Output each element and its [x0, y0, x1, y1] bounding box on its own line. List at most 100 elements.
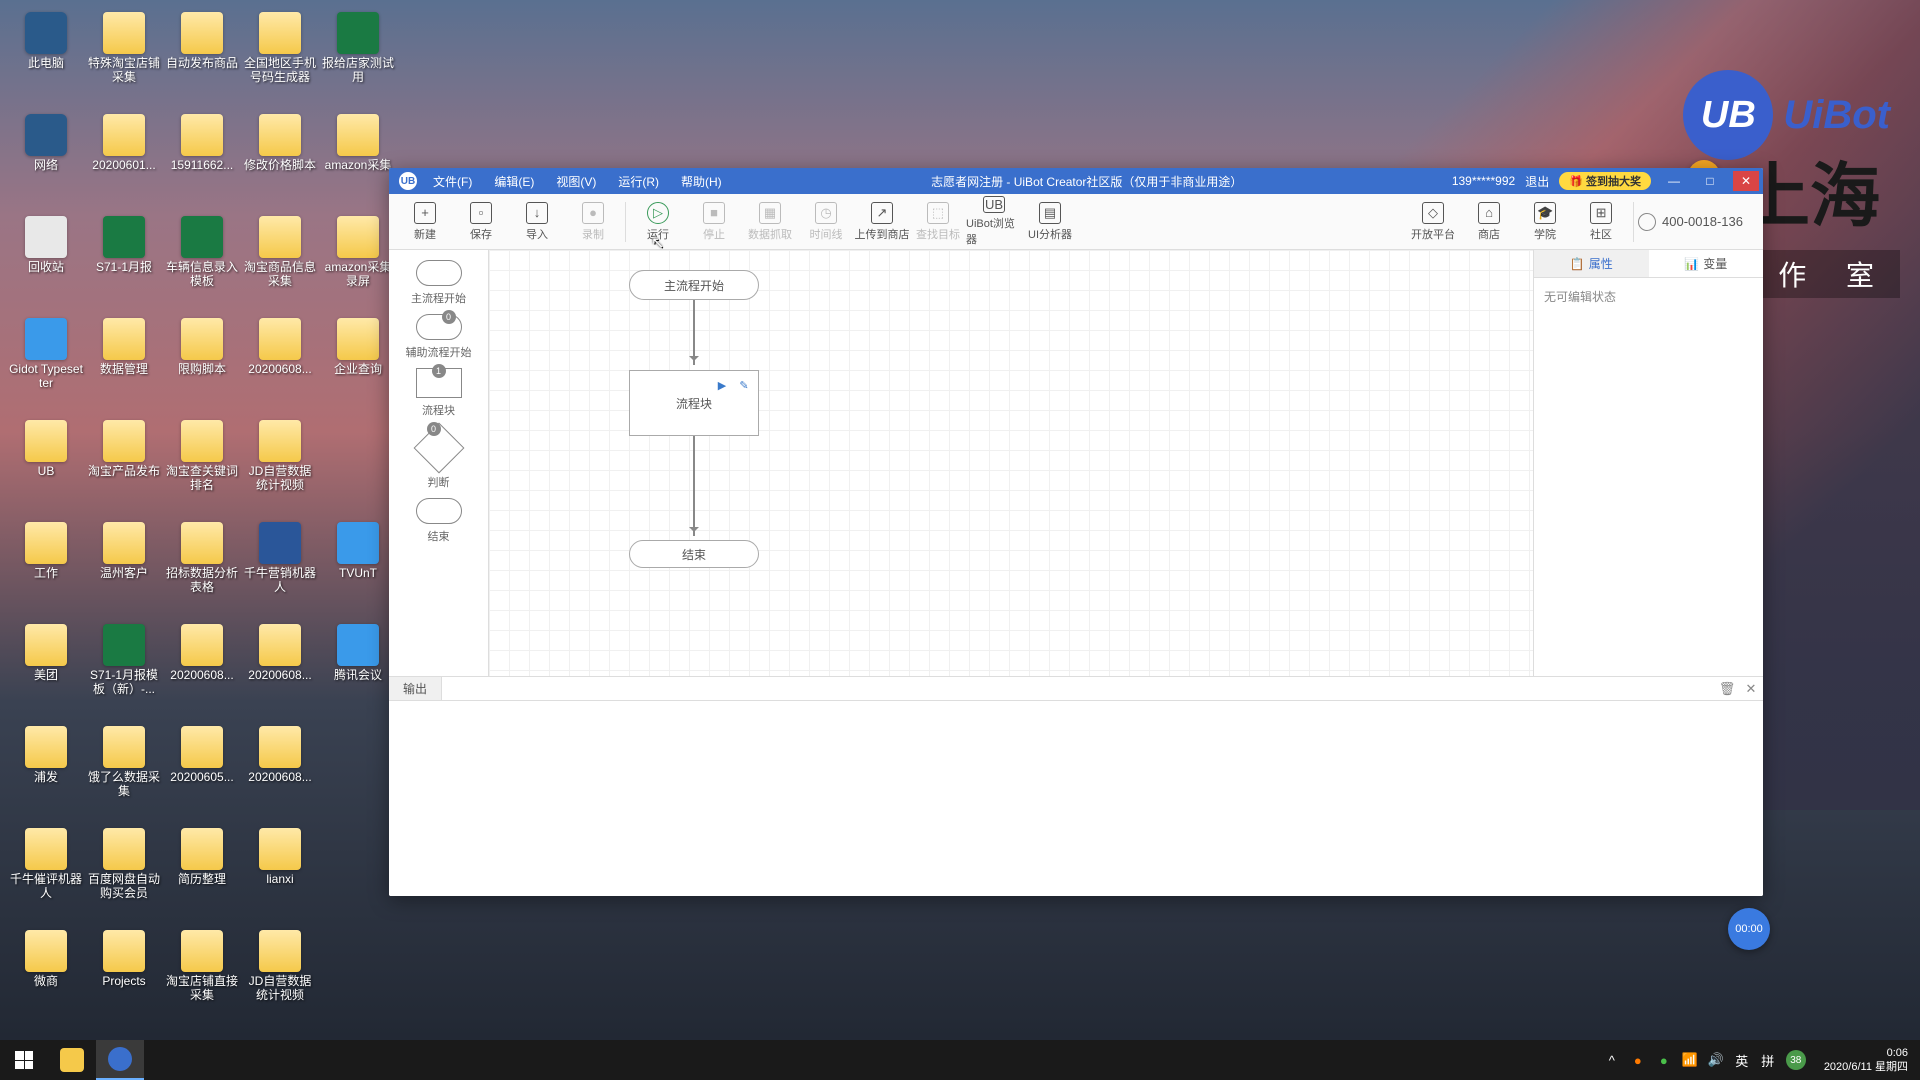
desktop-icon[interactable]: 特殊淘宝店铺采集 — [86, 8, 162, 108]
desktop-icon[interactable]: Projects — [86, 926, 162, 1026]
desktop-icon[interactable]: 千牛营销机器人 — [242, 518, 318, 618]
chevron-up-icon[interactable]: ^ — [1604, 1052, 1620, 1068]
desktop-icon[interactable]: 修改价格脚本 — [242, 110, 318, 210]
tab-variables[interactable]: 📊 变量 — [1649, 250, 1764, 277]
desktop-icon[interactable]: UB — [8, 416, 84, 516]
flow-canvas[interactable]: 主流程开始 ▶ ✎ 流程块 结束 — [489, 250, 1533, 676]
desktop-icon[interactable]: 温州客户 — [86, 518, 162, 618]
desktop-icon[interactable]: 淘宝产品发布 — [86, 416, 162, 516]
desktop-icon[interactable]: 浦发 — [8, 722, 84, 822]
flow-arrow — [693, 300, 695, 365]
desktop-icon[interactable]: 数据管理 — [86, 314, 162, 414]
desktop-icon[interactable]: 20200601... — [86, 110, 162, 210]
desktop-icon[interactable]: 15911662... — [164, 110, 240, 210]
weather-icon[interactable]: 38 — [1786, 1050, 1806, 1070]
desktop-icon[interactable]: amazon采集录屏 — [320, 212, 396, 312]
file-icon — [181, 216, 223, 258]
play-icon[interactable]: ▶ — [714, 377, 730, 393]
start-button[interactable] — [0, 1040, 48, 1080]
maximize-button[interactable]: □ — [1697, 171, 1723, 191]
edit-icon[interactable]: ✎ — [736, 377, 752, 393]
desktop-icon[interactable]: 限购脚本 — [164, 314, 240, 414]
ime-lang[interactable]: 英 — [1734, 1052, 1750, 1068]
desktop-icon[interactable]: amazon采集 — [320, 110, 396, 210]
toolbar-新建[interactable]: +新建 — [397, 197, 453, 247]
desktop-icon[interactable]: 车辆信息录入模板 — [164, 212, 240, 312]
palette-流程块[interactable]: 流程块1 — [416, 368, 462, 418]
logout-link[interactable]: 退出 — [1525, 173, 1549, 190]
palette-主流程开始[interactable]: 主流程开始 — [411, 260, 466, 306]
output-tab[interactable]: 输出 — [389, 677, 442, 700]
desktop-icon[interactable]: 淘宝查关键词排名 — [164, 416, 240, 516]
desktop-icon[interactable]: S71-1月报 — [86, 212, 162, 312]
menu-item[interactable]: 视图(V) — [556, 173, 596, 190]
desktop-icon[interactable]: 美团 — [8, 620, 84, 720]
menu-item[interactable]: 编辑(E) — [494, 173, 534, 190]
desktop-icon[interactable]: 简历整理 — [164, 824, 240, 924]
toolbar-保存[interactable]: ▫保存 — [453, 197, 509, 247]
desktop-icon[interactable]: 此电脑 — [8, 8, 84, 108]
desktop-icon[interactable]: 网络 — [8, 110, 84, 210]
desktop-icon[interactable]: 全国地区手机号码生成器 — [242, 8, 318, 108]
taskbar-explorer[interactable] — [48, 1040, 96, 1080]
network-icon[interactable]: 📶 — [1682, 1052, 1698, 1068]
desktop-icon[interactable]: 千牛催评机器人 — [8, 824, 84, 924]
toolbar-学院[interactable]: 🎓学院 — [1517, 197, 1573, 247]
palette-结束[interactable]: 结束 — [416, 498, 462, 544]
desktop-icon[interactable]: 腾讯会议 — [320, 620, 396, 720]
desktop-icon[interactable]: TVUnT — [320, 518, 396, 618]
toolbar-UiBot浏览器[interactable]: UBUiBot浏览器 — [966, 197, 1022, 247]
count-badge: 1 — [432, 364, 446, 378]
desktop-icon[interactable]: Gidot Typesetter — [8, 314, 84, 414]
volume-icon[interactable]: 🔊 — [1708, 1052, 1724, 1068]
desktop-icon[interactable]: 20200608... — [242, 620, 318, 720]
desktop-icon[interactable]: 淘宝商品信息采集 — [242, 212, 318, 312]
close-button[interactable]: ✕ — [1733, 171, 1759, 191]
taskbar-uibot[interactable] — [96, 1040, 144, 1080]
toolbar-导入[interactable]: ↓导入 — [509, 197, 565, 247]
desktop-icon[interactable]: S71-1月报模板（新）-... — [86, 620, 162, 720]
flow-end-node[interactable]: 结束 — [629, 540, 759, 568]
minimize-button[interactable]: — — [1661, 171, 1687, 191]
tab-properties[interactable]: 📋 属性 — [1534, 250, 1649, 277]
menu-item[interactable]: 运行(R) — [618, 173, 659, 190]
desktop-icon[interactable]: 百度网盘自动购买会员 — [86, 824, 162, 924]
desktop-icon[interactable]: 自动发布商品 — [164, 8, 240, 108]
flow-start-node[interactable]: 主流程开始 — [629, 270, 759, 300]
desktop-icon[interactable]: 20200608... — [164, 620, 240, 720]
palette-辅助流程开始[interactable]: 辅助流程开始0 — [406, 314, 472, 360]
file-icon — [103, 624, 145, 666]
menu-item[interactable]: 文件(F) — [433, 173, 472, 190]
desktop-icon[interactable]: 招标数据分析表格 — [164, 518, 240, 618]
toolbar-开放平台[interactable]: ◇开放平台 — [1405, 197, 1461, 247]
ime-input[interactable]: 拼 — [1760, 1052, 1776, 1068]
signin-badge[interactable]: 🎁 签到抽大奖 — [1559, 172, 1651, 190]
menu-item[interactable]: 帮助(H) — [681, 173, 722, 190]
desktop-icon[interactable]: 20200608... — [242, 722, 318, 822]
desktop-icon[interactable]: JD自营数据统计视频 — [242, 416, 318, 516]
tray-icon[interactable]: ● — [1630, 1052, 1646, 1068]
properties-body: 无可编辑状态 — [1534, 278, 1763, 315]
desktop-icon[interactable]: 20200605... — [164, 722, 240, 822]
desktop-icon[interactable]: 回收站 — [8, 212, 84, 312]
palette-判断[interactable]: 判断0 — [421, 426, 457, 490]
desktop-icon[interactable]: JD自营数据统计视频 — [242, 926, 318, 1026]
desktop-icon[interactable]: lianxi — [242, 824, 318, 924]
close-output-button[interactable]: ✕ — [1739, 681, 1763, 697]
desktop-icon[interactable]: 20200608... — [242, 314, 318, 414]
toolbar-运行[interactable]: ▷运行 — [630, 197, 686, 247]
desktop-icon[interactable]: 饿了么数据采集 — [86, 722, 162, 822]
toolbar-社区[interactable]: ⊞社区 — [1573, 197, 1629, 247]
desktop-icon[interactable]: 企业查询 — [320, 314, 396, 414]
toolbar-上传到商店[interactable]: ↗上传到商店 — [854, 197, 910, 247]
wechat-icon[interactable]: ● — [1656, 1052, 1672, 1068]
desktop-icon[interactable]: 微商 — [8, 926, 84, 1026]
desktop-icon[interactable]: 淘宝店铺直接采集 — [164, 926, 240, 1026]
toolbar-UI分析器[interactable]: ▤UI分析器 — [1022, 197, 1078, 247]
desktop-icon[interactable]: 报给店家测试用 — [320, 8, 396, 108]
clear-output-button[interactable]: 🗑 — [1715, 681, 1739, 697]
desktop-icon[interactable]: 工作 — [8, 518, 84, 618]
flow-block-node[interactable]: ▶ ✎ 流程块 — [629, 370, 759, 436]
clock[interactable]: 0:06 2020/6/11 星期四 — [1824, 1046, 1908, 1074]
toolbar-商店[interactable]: ⌂商店 — [1461, 197, 1517, 247]
